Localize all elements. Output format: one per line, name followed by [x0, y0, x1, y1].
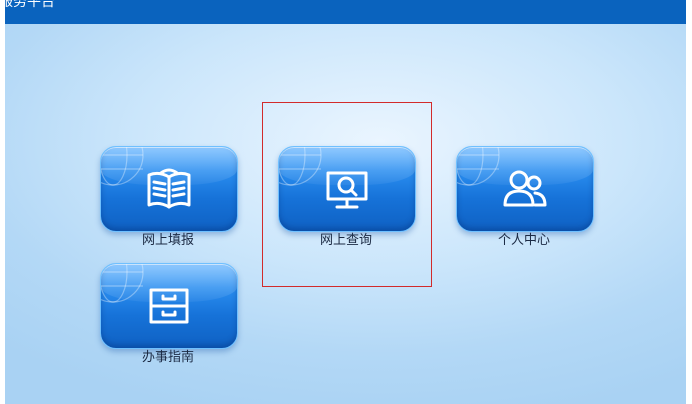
- drawer-icon: [149, 288, 189, 324]
- tile-service-guide[interactable]: [100, 263, 238, 349]
- tile-online-fill[interactable]: [100, 146, 238, 232]
- tile-personal-center[interactable]: [456, 146, 594, 232]
- app-title: 服务平台: [5, 0, 55, 10]
- book-icon: [147, 168, 191, 209]
- tile-personal-center-label: 个人中心: [497, 233, 550, 248]
- selection-highlight: [262, 102, 432, 287]
- users-icon: [503, 170, 547, 207]
- tile-online-fill-label: 网上填报: [141, 233, 194, 248]
- top-bar: 服务平台: [5, 0, 686, 24]
- tile-service-guide-label: 办事指南: [141, 350, 194, 365]
